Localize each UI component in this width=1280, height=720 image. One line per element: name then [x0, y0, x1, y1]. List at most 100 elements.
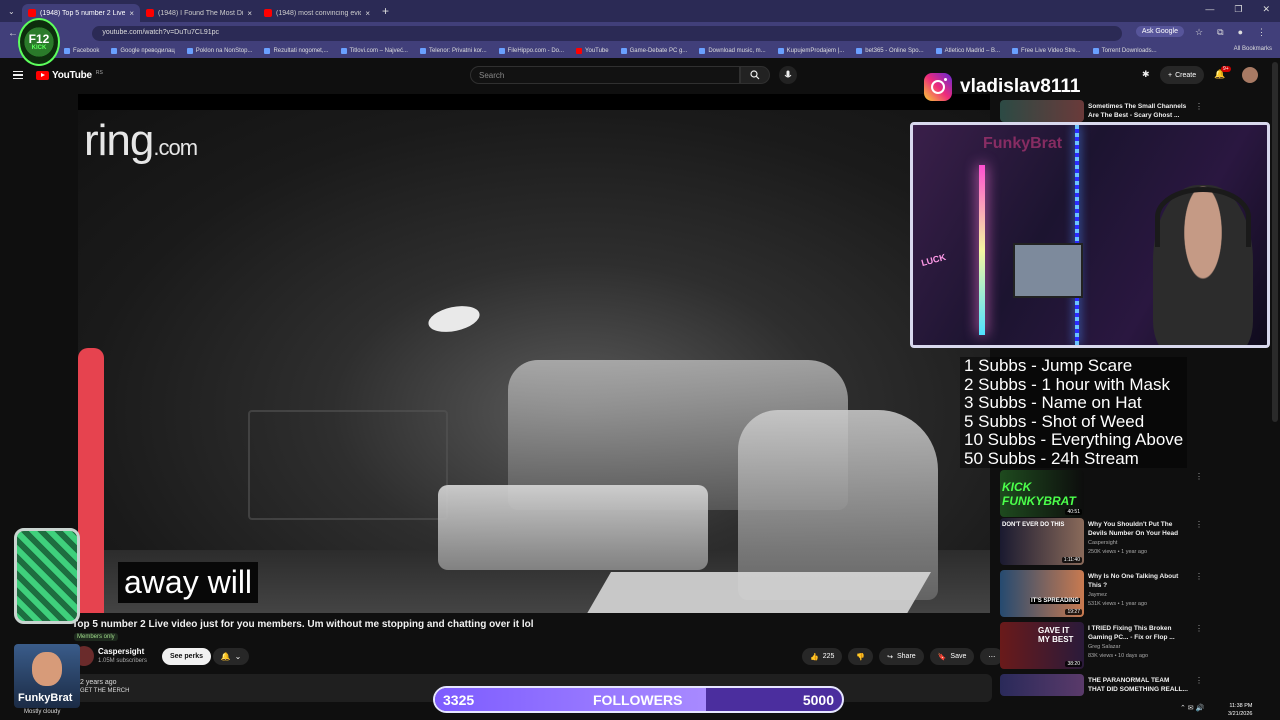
bookmark-item[interactable]: Facebook [64, 48, 99, 54]
weather-widget[interactable]: Mostly cloudy [24, 709, 60, 715]
subscriber-count: 1.05M subscribers [98, 658, 148, 664]
rec-thumbnail: DON'T EVER DO THIS 1:11:40 [1000, 518, 1084, 565]
youtube-play-icon [36, 71, 49, 80]
funkybrat-avatar: FunkyBrat [14, 644, 80, 708]
channel-name[interactable]: Caspersight [98, 647, 144, 656]
followers-label: FOLLOWERS [593, 692, 683, 708]
bookmark-item[interactable]: Poklon na NonStop... [186, 48, 252, 54]
bookmark-item[interactable]: Titlovi.com – Najveć... [340, 48, 408, 54]
followers-goal: 5000 [802, 692, 834, 708]
rec-title: I TRIED Fixing This Broken Gaming PC... … [1088, 625, 1175, 641]
profile-icon[interactable]: ● [1238, 27, 1243, 38]
rec-more-icon[interactable]: ⋮ [1195, 572, 1203, 581]
instagram-overlay: vladislav8111 [924, 72, 1080, 102]
bookmark-item[interactable]: Atletico Madrid – B... [935, 48, 1000, 54]
all-bookmarks-button[interactable]: All Bookmarks [1234, 46, 1272, 52]
minimize-icon[interactable]: — [1205, 4, 1214, 15]
bookmark-favicon-icon [935, 48, 942, 54]
extensions-icon[interactable]: ⧉ [1217, 27, 1223, 38]
search-button[interactable] [740, 66, 770, 84]
maximize-icon[interactable]: ❐ [1234, 4, 1242, 15]
ring-watermark: ring.com [84, 116, 198, 165]
f12-kick-logo: F12 KICK [18, 18, 60, 66]
page-scrollbar[interactable] [1272, 62, 1278, 422]
bell-icon: 🔔 [220, 652, 231, 661]
rec-item[interactable]: DON'T EVER DO THIS 1:11:40 Why You Shoul… [1000, 518, 1205, 566]
rec-item[interactable]: IT'S SPREADING 19:27 Why Is No One Talki… [1000, 570, 1205, 618]
hamburger-menu-icon[interactable] [13, 71, 23, 79]
rec-more-icon[interactable]: ⋮ [1195, 624, 1203, 633]
share-button[interactable]: ↪ Share [879, 648, 924, 665]
search-input[interactable]: Search [470, 66, 740, 84]
rec-item[interactable]: THE PARANORMAL TEAM THAT DID SOMETHING R… [1000, 674, 1205, 696]
youtube-favicon-icon [146, 9, 154, 17]
tab-close-icon[interactable]: × [247, 9, 252, 18]
browser-tab-2[interactable]: (1948) I Found The Most Distu × [140, 4, 258, 22]
url-field[interactable]: youtube.com/watch?v=DuTu7CL91pc [92, 25, 1123, 41]
save-button[interactable]: 🔖 Save [929, 648, 975, 665]
bookmark-favicon-icon [264, 48, 271, 54]
subs-reward: 2 Subbs - 1 hour with Mask [964, 374, 1170, 394]
bookmark-item[interactable]: YouTube [576, 48, 609, 54]
chevron-down-icon: ⌄ [234, 652, 242, 661]
bookmark-item[interactable]: Rezultati nogomet,... [264, 48, 329, 54]
bookmark-favicon-icon [1092, 48, 1099, 54]
rec-more-icon[interactable]: ⋮ [1195, 472, 1203, 481]
rec-item[interactable]: GAVE IT MY BEST 38:20 I TRIED Fixing Thi… [1000, 622, 1205, 670]
streamer-webcam: FunkyBrat LUCK [910, 122, 1270, 348]
bookmark-item[interactable]: Telenor: Privatni kor... [419, 48, 487, 54]
ask-google-button[interactable]: Ask Google [1135, 26, 1184, 37]
cast-icon[interactable]: ✱ [1142, 69, 1150, 80]
bookmark-item[interactable]: Google преводилац [111, 48, 175, 54]
subscription-bell-button[interactable]: 🔔 ⌄ [213, 648, 249, 665]
back-arrow-icon[interactable]: ← [8, 28, 18, 39]
tab-title: (1948) I Found The Most Distu [158, 9, 244, 17]
bookmark-item[interactable]: KupujemProdajem |... [777, 48, 844, 54]
dislike-button[interactable]: 👎 [848, 648, 874, 665]
see-perks-button[interactable]: See perks [162, 648, 212, 665]
like-button[interactable]: 👍 225 [802, 648, 843, 665]
bookmark-item[interactable]: Download music, m... [699, 48, 766, 54]
rec-meta: 531K views • 1 year ago [1088, 601, 1148, 607]
subs-reward: 1 Subbs - Jump Scare [964, 356, 1133, 375]
bookmark-item[interactable]: Free Live Video Stre... [1012, 48, 1081, 54]
bookmark-favicon-icon [186, 48, 193, 54]
tab-close-icon[interactable]: × [365, 9, 370, 18]
subs-reward: 3 Subbs - Name on Hat [964, 393, 1142, 412]
scene-light-patch [585, 572, 931, 613]
youtube-favicon-icon [28, 9, 36, 17]
rec-title: Sometimes The Small Channels Are The Bes… [1088, 103, 1187, 119]
bookmark-item[interactable]: bet365 - Online Spo... [856, 48, 924, 54]
plus-icon: + [1168, 71, 1173, 79]
decor-jar [14, 528, 80, 624]
video-player[interactable]: ring.com away will [78, 110, 990, 613]
tab-close-icon[interactable]: × [129, 9, 134, 18]
system-tray-icons[interactable]: ⌃ ✉ 🔊 [1180, 704, 1204, 712]
bookmark-item[interactable]: Torrent Downloads... [1092, 48, 1157, 54]
bookmark-item[interactable]: Game-Debate PC g... [620, 48, 687, 54]
account-avatar[interactable] [1242, 67, 1258, 83]
thumbs-up-icon: 👍 [810, 653, 819, 661]
rec-more-icon[interactable]: ⋮ [1195, 102, 1203, 111]
bookmark-item[interactable]: FileHippo.com - Do... [498, 48, 564, 54]
close-window-icon[interactable]: ✕ [1262, 4, 1270, 15]
share-arrow-icon: ↪ [887, 653, 893, 661]
rec-more-icon[interactable]: ⋮ [1195, 676, 1203, 685]
new-tab-plus-icon[interactable]: + [382, 4, 389, 18]
scene-red-object [78, 348, 104, 613]
rec-more-icon[interactable]: ⋮ [1195, 520, 1203, 529]
tab-search-icon[interactable]: ⌄ [0, 7, 22, 16]
voice-search-button[interactable] [779, 66, 797, 84]
subs-reward: 50 Subbs - 24h Stream [964, 448, 1139, 468]
rec-thumbnail: KICK FUNKYBRAT 40:51 [1000, 470, 1084, 517]
youtube-logo[interactable]: YouTube RS [36, 70, 103, 81]
instagram-handle: vladislav8111 [960, 76, 1081, 97]
create-button[interactable]: + Create [1160, 66, 1205, 84]
browser-tab-3[interactable]: (1948) most convincing eviden × [258, 4, 376, 22]
star-icon[interactable]: ☆ [1195, 27, 1203, 38]
taskbar-clock[interactable]: 11:38 PM 3/21/2026 [1228, 702, 1252, 718]
rgb-light-bar [979, 165, 985, 335]
kebab-menu-icon[interactable]: ⋮ [1257, 27, 1266, 38]
rec-item[interactable]: KICK FUNKYBRAT 40:51 ⋮ [1000, 470, 1205, 518]
youtube-header: YouTube RS Search [0, 58, 1280, 94]
